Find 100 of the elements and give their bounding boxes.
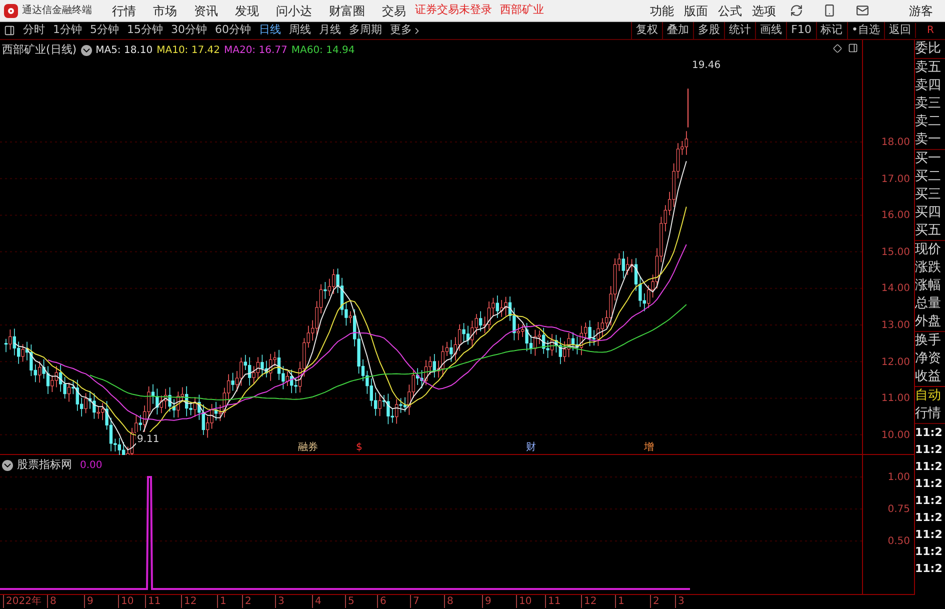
toolbar-button[interactable]: •自选	[846, 22, 884, 39]
quote-label: 卖一	[915, 131, 945, 150]
user-label[interactable]: 游客	[909, 2, 933, 20]
auto-label[interactable]: 自动	[915, 387, 945, 405]
date-tick: 11	[145, 595, 161, 608]
quote-label: 外盘	[915, 313, 945, 332]
trade-time: 11:2	[915, 493, 944, 509]
period-tab[interactable]: 多周期	[345, 22, 386, 39]
quote-label: 买三	[915, 186, 942, 204]
chart-title: 西部矿业(日线)	[2, 42, 77, 58]
quote-label: 换手	[915, 332, 942, 350]
quote-label: 涨幅	[915, 277, 942, 295]
date-tick: 9	[482, 595, 492, 608]
app-logo-icon	[4, 4, 18, 18]
period-tab[interactable]: 日线	[255, 22, 285, 39]
date-tick: 2022年	[3, 595, 42, 608]
menu-item[interactable]: 功能	[650, 2, 674, 20]
price-tick: 16.00	[881, 209, 910, 224]
date-tick: 10	[516, 595, 532, 608]
trade-time: 11:2	[915, 544, 944, 560]
quote-label: 现价	[915, 241, 942, 259]
menu-item[interactable]: 交易	[382, 2, 406, 20]
date-tick: 2	[242, 595, 252, 608]
chevron-icon[interactable]	[2, 460, 13, 471]
period-tab[interactable]: 15分钟	[123, 22, 167, 39]
toolbar-button[interactable]: 复权	[631, 22, 662, 39]
quote-label: 收益	[915, 368, 942, 386]
low-price-label: 9.11	[136, 432, 160, 447]
date-tick: 9	[84, 595, 94, 608]
price-tick: 10.00	[881, 428, 910, 443]
menu-item[interactable]: 问小达	[276, 2, 312, 20]
period-tab[interactable]: 月线	[315, 22, 345, 39]
quote-label: 总量	[915, 295, 942, 313]
date-tick: 3	[275, 595, 284, 608]
moving-average-label: MA5: 18.10	[96, 44, 153, 58]
more-button[interactable]: 更多	[386, 22, 426, 39]
login-status[interactable]: 证券交易未登录	[415, 2, 492, 19]
date-tick: 8	[47, 595, 56, 608]
phone-icon[interactable]	[823, 4, 836, 17]
date-tick: 12	[581, 595, 597, 608]
price-tick: 11.00	[881, 392, 910, 406]
trade-time: 11:2	[915, 527, 944, 543]
quote-label: 买五	[915, 222, 945, 241]
date-tick: 5	[345, 595, 354, 608]
chevron-icon[interactable]	[80, 44, 92, 56]
quote-label: 买一	[915, 150, 942, 168]
date-tick: 11	[545, 595, 561, 608]
quote-label: 卖三	[915, 95, 942, 113]
period-tab[interactable]: 30分钟	[167, 22, 211, 39]
period-tab[interactable]: 5分钟	[86, 22, 123, 39]
menu-item[interactable]: 发现	[235, 2, 259, 20]
refresh-icon[interactable]	[790, 4, 803, 17]
moving-average-label: MA60: 14.94	[291, 44, 355, 58]
period-tab[interactable]: 1分钟	[49, 22, 86, 39]
toolbar-button[interactable]: 画线	[755, 22, 786, 39]
price-tick: 18.00	[881, 136, 910, 150]
menu-item[interactable]: 资讯	[194, 2, 218, 20]
menu-item[interactable]: 选项	[752, 2, 776, 20]
menu-item[interactable]: 财富圈	[329, 2, 365, 20]
event-marker[interactable]: 融券	[298, 440, 318, 455]
diamond-icon[interactable]	[833, 44, 842, 52]
date-tick: 12	[181, 595, 197, 608]
trade-time: 11:2	[915, 510, 944, 526]
quote-label: 买四	[915, 204, 942, 222]
toolbar-button[interactable]: 多股	[693, 22, 724, 39]
toolbar-button[interactable]: 叠加	[662, 22, 694, 39]
period-tab[interactable]: 60分钟	[211, 22, 255, 39]
toolbar-button[interactable]: 返回	[884, 22, 915, 39]
side-header: R	[915, 23, 945, 38]
event-marker[interactable]: $	[356, 440, 362, 455]
indicator-value: 0.00	[80, 458, 102, 473]
stock-name: 西部矿业	[500, 2, 544, 18]
date-tick: 8	[444, 595, 454, 608]
price-tick: 13.00	[881, 319, 910, 333]
menu-item[interactable]: 公式	[718, 2, 742, 20]
moving-average-label: MA10: 17.42	[156, 44, 220, 58]
panel-icon[interactable]	[848, 43, 858, 53]
period-tab[interactable]: 分时	[19, 22, 49, 39]
event-marker[interactable]: 增	[644, 440, 654, 455]
toolbar-button[interactable]: F10	[786, 22, 816, 39]
date-tick: 4	[312, 595, 322, 608]
menu-item[interactable]: 版面	[684, 2, 708, 20]
market-label[interactable]: 行情	[915, 405, 945, 424]
date-tick: 6	[377, 595, 386, 608]
date-tick: 3	[675, 595, 684, 608]
toolbar-button[interactable]: 标记	[816, 22, 846, 39]
indicator-tick: 0.75	[888, 503, 910, 517]
panel-toggle-icon[interactable]	[4, 25, 15, 36]
period-tab[interactable]: 周线	[285, 22, 315, 39]
menu-item[interactable]: 行情	[112, 2, 136, 20]
indicator-tick: 1.00	[888, 471, 910, 485]
indicator-title: 股票指标网	[17, 457, 72, 473]
date-tick: 7	[410, 595, 420, 608]
toolbar-button[interactable]: 统计	[724, 22, 756, 39]
mail-icon[interactable]	[856, 4, 869, 17]
quote-label: 委比	[915, 40, 945, 59]
menu-item[interactable]: 市场	[153, 2, 177, 20]
date-tick: 2	[650, 595, 660, 608]
trade-time: 11:2	[915, 476, 944, 492]
event-marker[interactable]: 财	[526, 440, 536, 455]
